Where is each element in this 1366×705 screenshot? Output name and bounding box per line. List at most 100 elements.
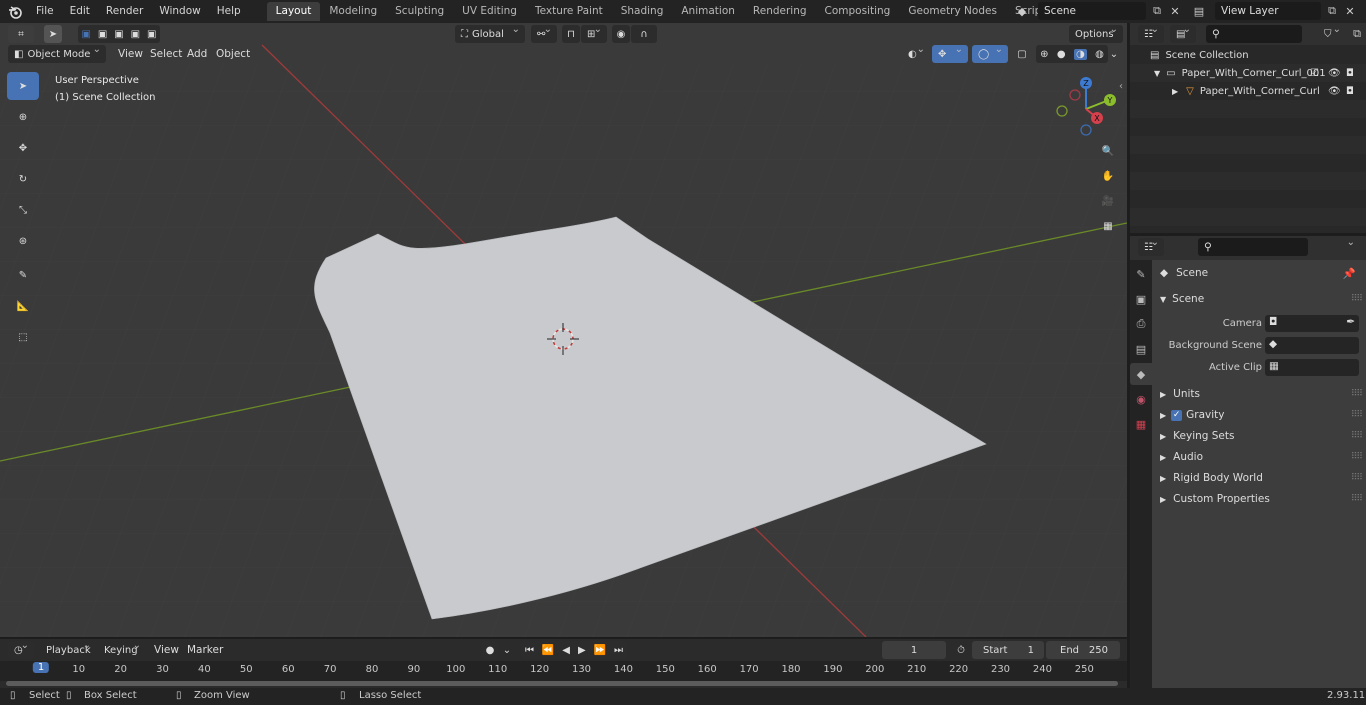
timeline-editor-type[interactable]: ◷ — [8, 640, 34, 659]
viewport-menu-object[interactable]: Object — [216, 44, 250, 64]
object-mode-dropdown[interactable]: ◧ Object Mode — [8, 44, 106, 63]
view-layer-field[interactable]: View Layer — [1215, 2, 1321, 20]
output-tab-icon[interactable]: ⎙ — [1130, 313, 1152, 335]
drag-handle-icon[interactable]: ⠿⠿ — [1351, 431, 1363, 441]
view-layer-tab-icon[interactable]: ▤ — [1130, 338, 1152, 360]
new-collection-icon[interactable]: ⧉ — [1348, 25, 1366, 43]
select-box-tool-icon[interactable]: ➤ — [7, 72, 39, 100]
audio-subpanel[interactable]: ▶ Audio ⠿⠿ — [1152, 447, 1366, 467]
tab-animation[interactable]: Animation — [672, 2, 744, 21]
menu-file[interactable]: File — [28, 0, 62, 23]
render-camera-icon[interactable]: ◘ — [1346, 68, 1354, 79]
annotate-tool-icon[interactable]: ✎ — [7, 261, 39, 289]
tab-uv-editing[interactable]: UV Editing — [453, 2, 526, 21]
pan-view-icon[interactable]: ✋ — [1097, 165, 1119, 187]
tab-sculpting[interactable]: Sculpting — [386, 2, 453, 21]
expand-arrow-icon[interactable]: ▶ — [1160, 432, 1166, 441]
tab-compositing[interactable]: Compositing — [816, 2, 900, 21]
active-clip-field[interactable]: ▦ — [1265, 358, 1359, 376]
menu-edit[interactable]: Edit — [62, 0, 98, 23]
collapse-arrow-icon[interactable]: ▼ — [1154, 69, 1160, 78]
solid-shading-icon[interactable]: ● — [1057, 49, 1066, 60]
keying-sets-subpanel[interactable]: ▶ Keying Sets ⠿⠿ — [1152, 426, 1366, 446]
sidebar-expand-icon[interactable]: ‹ — [1119, 81, 1123, 92]
expand-arrow-icon[interactable]: ▶ — [1160, 411, 1166, 420]
options-dropdown[interactable]: Options — [1069, 24, 1123, 43]
wireframe-shading-icon[interactable]: ⊕ — [1040, 49, 1048, 60]
outliner-row-object[interactable]: ▶ ▽ Paper_With_Corner_Curl 👁 ◘ — [1130, 82, 1366, 100]
tab-geometry-nodes[interactable]: Geometry Nodes — [899, 2, 1006, 21]
background-scene-field[interactable]: ◆ — [1265, 336, 1359, 354]
tool-tab-icon[interactable]: ✎ — [1130, 263, 1152, 285]
playhead-frame-label[interactable]: 1 — [32, 662, 50, 673]
prev-keyframe-icon[interactable]: ⏪ — [542, 645, 554, 656]
view-layer-browse-icon[interactable]: ▤ — [1190, 2, 1208, 20]
drag-handle-icon[interactable]: ⠿⠿ — [1351, 494, 1363, 504]
hide-eye-icon[interactable]: 👁 — [1328, 86, 1341, 97]
timeline-view-menu[interactable]: View — [154, 640, 179, 660]
menu-help[interactable]: Help — [209, 0, 249, 23]
scene-tab-icon[interactable]: ◆ — [1130, 363, 1152, 385]
expand-arrow-icon[interactable]: ▶ — [1160, 453, 1166, 462]
viewport-menu-view[interactable]: View — [118, 44, 143, 64]
world-tab-icon[interactable]: ◉ — [1130, 388, 1152, 410]
gravity-checkbox[interactable]: ✓ — [1171, 409, 1183, 421]
ortho-toggle-icon[interactable]: ▦ — [1097, 215, 1119, 237]
units-subpanel[interactable]: ▶ Units ⠿⠿ — [1152, 384, 1366, 404]
rotate-tool-icon[interactable]: ↻ — [7, 165, 39, 193]
gizmo-neg-y[interactable] — [1056, 105, 1068, 117]
material-shading-icon[interactable]: ◑ — [1073, 48, 1087, 60]
scene-name-field[interactable]: Scene — [1038, 2, 1146, 20]
delete-scene-icon[interactable]: ✕ — [1166, 2, 1184, 20]
jump-end-icon[interactable]: ⏭ — [614, 645, 623, 656]
jump-start-icon[interactable]: ⏮ — [525, 645, 534, 656]
camera-field[interactable]: ◘ ✒ — [1265, 314, 1359, 332]
tab-shading[interactable]: Shading — [612, 2, 673, 21]
end-frame-field[interactable]: End 250 — [1046, 641, 1120, 659]
scale-tool-icon[interactable]: ⤡ — [7, 196, 39, 224]
measure-tool-icon[interactable]: 📐 — [7, 292, 39, 320]
drag-handle-icon[interactable]: ⠿⠿ — [1351, 389, 1363, 399]
timeline-marker-menu[interactable]: Marker — [187, 640, 223, 660]
play-reverse-icon[interactable]: ◀ — [562, 645, 570, 656]
snap-element-dropdown[interactable]: ⊞ — [581, 24, 607, 43]
delete-view-layer-icon[interactable]: ✕ — [1341, 2, 1359, 20]
expand-arrow-icon[interactable]: ▶ — [1160, 495, 1166, 504]
menu-render[interactable]: Render — [98, 0, 151, 23]
drag-handle-icon[interactable]: ⠿⠿ — [1351, 294, 1363, 304]
pin-icon[interactable]: 📌 — [1343, 267, 1356, 280]
shading-mode-buttons[interactable]: ⊕ ● ◑ ◍ — [1036, 45, 1108, 63]
tab-layout[interactable]: Layout — [266, 2, 321, 21]
add-cube-tool-icon[interactable]: ⬚ — [7, 323, 39, 351]
select-tool-icon[interactable]: ➤ — [44, 25, 62, 43]
texture-tab-icon[interactable]: ▦ — [1130, 413, 1152, 435]
viewport-menu-add[interactable]: Add — [187, 44, 207, 64]
tab-texture-paint[interactable]: Texture Paint — [526, 2, 612, 21]
gizmo-neg-x[interactable] — [1069, 89, 1081, 101]
drag-handle-icon[interactable]: ⠿⠿ — [1351, 452, 1363, 462]
timeline-ruler[interactable]: 1 10 20 30 40 50 60 70 80 90 100 110 120 130 140 150 160… — [0, 661, 1127, 681]
preview-range-icon[interactable]: ⏱ — [952, 641, 970, 659]
proportional-falloff-icon[interactable]: ∩ — [631, 25, 657, 43]
outliner-search-input[interactable]: ⚲ — [1206, 25, 1302, 43]
eyedropper-icon[interactable]: ✒ — [1346, 316, 1355, 328]
keying-menu[interactable]: Keying — [98, 640, 146, 659]
new-view-layer-icon[interactable]: ⧉ — [1323, 2, 1341, 20]
play-icon[interactable]: ▶ — [578, 645, 586, 656]
outliner-filter-dropdown[interactable]: ⛉ — [1318, 24, 1346, 43]
render-camera-icon[interactable]: ◘ — [1346, 86, 1354, 97]
properties-search-input[interactable]: ⚲ — [1198, 238, 1308, 256]
pivot-point-dropdown[interactable]: ⚯ — [531, 24, 557, 43]
start-frame-field[interactable]: Start 1 — [972, 641, 1044, 659]
collapse-arrow-icon[interactable]: ▼ — [1160, 295, 1166, 304]
exclude-checkbox-icon[interactable]: ☑ — [1310, 68, 1319, 79]
hide-eye-icon[interactable]: 👁 — [1328, 68, 1341, 79]
transform-orientation-dropdown[interactable]: ⛶ Global — [455, 24, 525, 43]
expand-arrow-icon[interactable]: ▶ — [1172, 87, 1178, 96]
render-tab-icon[interactable]: ▣ — [1130, 288, 1152, 310]
visibility-dropdown[interactable]: ◐ — [902, 44, 930, 63]
gravity-subpanel[interactable]: ▶ ✓ Gravity ⠿⠿ — [1152, 405, 1366, 425]
record-options-icon[interactable]: ⌄ — [500, 641, 514, 659]
properties-options-dropdown[interactable] — [1340, 237, 1360, 256]
outliner-row-collection[interactable]: ▼ ▭ Paper_With_Corner_Curl_001 ☑ 👁 ◘ — [1130, 64, 1366, 82]
